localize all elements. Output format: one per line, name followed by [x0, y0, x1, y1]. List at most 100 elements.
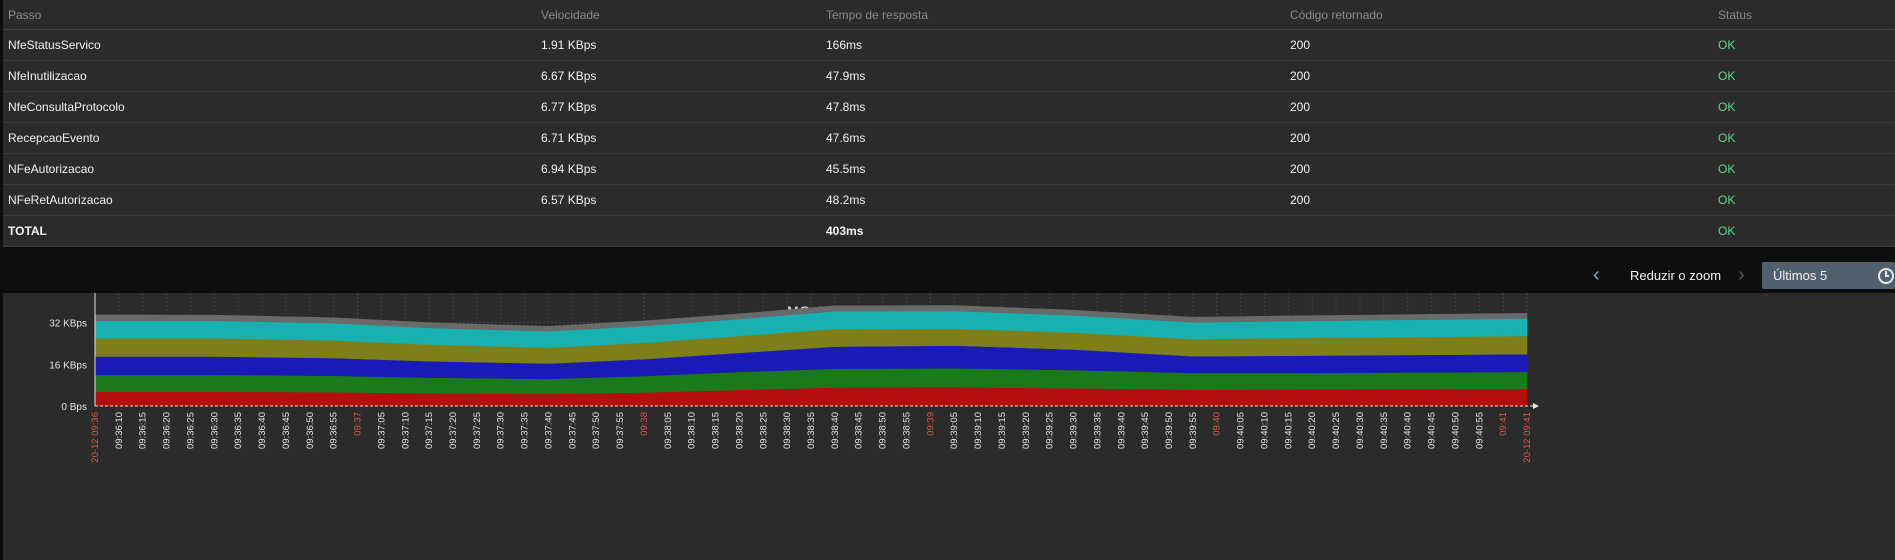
x-tick-label: 09:36:25: [185, 412, 196, 449]
x-tick-label: 09:36:30: [209, 412, 220, 449]
x-tick-label: 09:39:50: [1164, 412, 1175, 449]
header-status[interactable]: Status: [1713, 0, 1895, 30]
table-row: RecepcaoEvento 6.71 KBps 47.6ms 200 OK: [3, 122, 1895, 154]
x-tick-label: 09:40:20: [1307, 412, 1318, 449]
zoom-out-button[interactable]: Reduzir o zoom: [1630, 262, 1721, 289]
x-tick-label: 09:40:55: [1474, 412, 1485, 449]
table-row: NfeConsultaProtocolo 6.77 KBps 47.8ms 20…: [3, 91, 1895, 123]
x-tick-label: 09:38:50: [878, 412, 889, 449]
x-tick-label: 09:37:35: [520, 412, 531, 449]
x-tick-label: 09:40:10: [1259, 412, 1270, 449]
x-tick-label: 09:37:25: [472, 412, 483, 449]
x-tick-label: 09:37:55: [615, 412, 626, 449]
cell-tempo: 47.6ms: [821, 122, 1285, 154]
cell-velocidade: 6.71 KBps: [536, 122, 821, 154]
cell-passo: RecepcaoEvento: [3, 122, 536, 154]
x-tick-label: 09:39:40: [1116, 412, 1127, 449]
cell-tempo: 47.9ms: [821, 60, 1285, 92]
clock-icon: [1878, 268, 1894, 284]
x-tick-label: 09:37:45: [567, 412, 578, 449]
cell-status: OK: [1713, 60, 1895, 92]
x-tick-label: 09:40:05: [1236, 412, 1247, 449]
x-tick-label: 09:40:15: [1283, 412, 1294, 449]
x-tick-label: 09:39:05: [949, 412, 960, 449]
x-tick-label: 09:37:15: [424, 412, 435, 449]
x-tick-label: 09:36:45: [281, 412, 292, 449]
cell-velocidade: 6.57 KBps: [536, 184, 821, 216]
x-tick-label: 09:37:30: [496, 412, 507, 449]
x-tick-label: 20-12 09:36: [90, 412, 101, 463]
speed-chart: MG: Velocidade0 Bps16 KBps32 KBps48 KBps…: [49, 293, 1539, 463]
x-tick-label: 09:37:05: [376, 412, 387, 449]
cell-velocidade: 1.91 KBps: [536, 29, 821, 61]
x-tick-label: 09:38:15: [711, 412, 722, 449]
x-tick-label: 09:36:20: [162, 412, 173, 449]
cell-velocidade: 6.94 KBps: [536, 153, 821, 185]
x-tick-label: 09:39:30: [1069, 412, 1080, 449]
x-tick-label: 09:38:35: [806, 412, 817, 449]
y-tick-label: 16 KBps: [49, 360, 87, 371]
cell-total-status: OK: [1713, 215, 1895, 247]
x-tick-label: 09:38:30: [782, 412, 793, 449]
header-passo[interactable]: Passo: [3, 0, 536, 30]
cell-total-codigo: [1285, 215, 1713, 247]
x-tick-label: 09:38:05: [663, 412, 674, 449]
x-tick-label: 09:37:40: [543, 412, 554, 449]
x-tick-label: 09:40:35: [1379, 412, 1390, 449]
cell-velocidade: 6.77 KBps: [536, 91, 821, 123]
cell-passo: NFeRetAutorizacao: [3, 184, 536, 216]
cell-status: OK: [1713, 122, 1895, 154]
table-header-row: Passo Velocidade Tempo de resposta Códig…: [3, 0, 1895, 30]
x-tick-label: 09:38: [639, 412, 650, 436]
cell-total-tempo: 403ms: [821, 215, 1285, 247]
chevron-right-icon[interactable]: ›: [1738, 262, 1745, 289]
x-tick-label: 09:36:10: [114, 412, 125, 449]
chevron-left-icon[interactable]: ‹: [1593, 262, 1600, 289]
x-tick-label: 09:39:10: [973, 412, 984, 449]
x-tick-label: 09:36:40: [257, 412, 268, 449]
cell-codigo: 200: [1285, 122, 1713, 154]
x-tick-label: 09:39: [925, 412, 936, 436]
y-tick-label: 32 KBps: [49, 319, 87, 330]
x-tick-label: 09:36:35: [233, 412, 244, 449]
x-tick-label: 20-12 09:41: [1522, 412, 1533, 463]
x-tick-label: 09:38:40: [830, 412, 841, 449]
table-row: NFeAutorizacao 6.94 KBps 45.5ms 200 OK: [3, 153, 1895, 185]
x-tick-label: 09:36:50: [305, 412, 316, 449]
x-tick-label: 09:40:30: [1355, 412, 1366, 449]
x-tick-label: 09:40:45: [1427, 412, 1438, 449]
x-tick-label: 09:37:20: [448, 412, 459, 449]
x-tick-label: 09:40:40: [1403, 412, 1414, 449]
x-tick-label: 09:39:55: [1188, 412, 1199, 449]
cell-tempo: 45.5ms: [821, 153, 1285, 185]
cell-total-velocidade: [536, 215, 821, 247]
x-tick-label: 09:37:10: [400, 412, 411, 449]
x-tick-label: 09:41: [1498, 412, 1509, 436]
x-tick-label: 09:38:45: [854, 412, 865, 449]
cell-velocidade: 6.67 KBps: [536, 60, 821, 92]
x-tick-label: 09:38:25: [758, 412, 769, 449]
x-tick-label: 09:38:20: [734, 412, 745, 449]
cell-status: OK: [1713, 29, 1895, 61]
chart-panel: MG: Velocidade0 Bps16 KBps32 KBps48 KBps…: [3, 293, 1895, 560]
cell-status: OK: [1713, 91, 1895, 123]
cell-total-label: TOTAL: [3, 215, 536, 247]
time-range-button[interactable]: Últimos 5 minutos: [1762, 262, 1895, 310]
results-table-panel: Passo Velocidade Tempo de resposta Códig…: [3, 0, 1895, 247]
header-codigo[interactable]: Código retornado: [1285, 0, 1713, 30]
x-axis-arrow: [1533, 403, 1539, 409]
cell-codigo: 200: [1285, 91, 1713, 123]
cell-tempo: 166ms: [821, 29, 1285, 61]
cell-passo: NFeAutorizacao: [3, 153, 536, 185]
cell-tempo: 48.2ms: [821, 184, 1285, 216]
cell-codigo: 200: [1285, 60, 1713, 92]
x-tick-label: 09:36:15: [138, 412, 149, 449]
x-tick-label: 09:39:35: [1092, 412, 1103, 449]
header-velocidade[interactable]: Velocidade: [536, 0, 821, 30]
cell-passo: NfeConsultaProtocolo: [3, 91, 536, 123]
cell-codigo: 200: [1285, 184, 1713, 216]
x-tick-label: 09:40:25: [1331, 412, 1342, 449]
header-tempo[interactable]: Tempo de resposta: [821, 0, 1285, 30]
x-tick-label: 09:40:50: [1450, 412, 1461, 449]
table-row: NfeInutilizacao 6.67 KBps 47.9ms 200 OK: [3, 60, 1895, 92]
